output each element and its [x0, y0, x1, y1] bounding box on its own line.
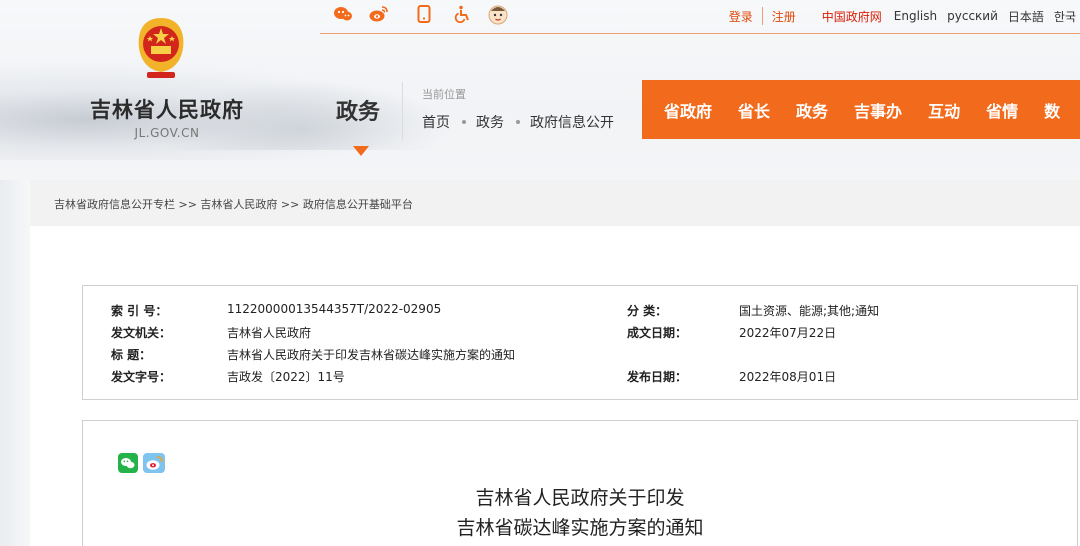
- weibo-share-icon[interactable]: [143, 453, 165, 473]
- main-nav: 省政府 省长 政务 吉事办 互动 省情 数: [642, 80, 1080, 139]
- doc-number-value: 吉政发〔2022〕11号: [227, 370, 345, 384]
- location-breadcrumb: 首页 政务 政府信息公开: [422, 112, 614, 132]
- language-russian[interactable]: русский: [947, 9, 998, 23]
- document-title-line-2: 吉林省碳达峰实施方案的通知: [456, 517, 704, 539]
- title-value: 吉林省人民政府关于印发吉林省碳达峰实施方案的通知: [227, 348, 516, 362]
- nav-item-interaction[interactable]: 互动: [928, 98, 960, 122]
- weibo-icon[interactable]: [369, 4, 389, 24]
- national-emblem-icon[interactable]: [133, 16, 189, 80]
- top-bar: 登录 注册 中国政府网 English русский 日本語 한국: [320, 0, 1080, 34]
- category-label: 分 类：: [627, 304, 668, 318]
- section-title: 政务: [336, 100, 381, 125]
- wechat-share-icon[interactable]: [118, 453, 138, 473]
- left-margin-decoration: [0, 180, 30, 546]
- crumb-info-disclosure[interactable]: 政府信息公开: [530, 112, 614, 132]
- language-korean[interactable]: 한국: [1054, 8, 1076, 25]
- info-row: 发文字号： 吉政发〔2022〕11号 发布日期： 2022年08月01日: [83, 368, 1077, 386]
- issuer-label: 发文机关：: [111, 326, 172, 340]
- written-date-value: 2022年07月22日: [739, 326, 837, 340]
- crumb-government-affairs[interactable]: 政务: [476, 112, 504, 132]
- nav-item-jishiban[interactable]: 吉事办: [854, 98, 902, 122]
- nav-item-province-info[interactable]: 省情: [986, 98, 1018, 122]
- nav-item-data[interactable]: 数: [1044, 98, 1060, 122]
- mascot-icon[interactable]: [486, 2, 510, 26]
- publish-date-label: 发布日期：: [627, 370, 688, 384]
- index-label: 索 引 号：: [111, 304, 168, 318]
- issuer-value: 吉林省人民政府: [227, 326, 312, 340]
- written-date-label: 成文日期：: [627, 326, 688, 340]
- register-link[interactable]: 注册: [772, 8, 796, 25]
- divider: [402, 82, 403, 140]
- dot-separator: [462, 120, 466, 124]
- dot-separator: [516, 120, 520, 124]
- top-links: 登录 注册 中国政府网 English русский 日本語 한국: [729, 7, 1076, 25]
- crumb-home[interactable]: 首页: [422, 112, 450, 132]
- info-row: 标 题： 吉林省人民政府关于印发吉林省碳达峰实施方案的通知: [83, 346, 1077, 364]
- weibo-style-icon[interactable]: [333, 4, 353, 24]
- location-label: 当前位置: [422, 88, 466, 101]
- nav-item-governor[interactable]: 省长: [738, 98, 770, 122]
- mobile-icon[interactable]: [414, 4, 434, 24]
- publish-date-value: 2022年08月01日: [739, 370, 837, 384]
- nav-item-provincial-gov[interactable]: 省政府: [664, 98, 712, 122]
- index-value: 11220000013544357T/2022-02905: [227, 302, 442, 316]
- breadcrumb[interactable]: 吉林省政府信息公开专栏 >> 吉林省人民政府 >> 政府信息公开基础平台: [54, 196, 413, 212]
- site-domain: JL.GOV.CN: [134, 126, 200, 140]
- china-gov-link[interactable]: 中国政府网: [822, 8, 882, 25]
- language-japanese[interactable]: 日本語: [1008, 8, 1044, 25]
- divider: [761, 7, 763, 25]
- document-title-line-1: 吉林省人民政府关于印发: [475, 487, 685, 509]
- category-value: 国土资源、能源;其他;通知: [739, 304, 880, 318]
- document-info-table: 索 引 号： 11220000013544357T/2022-02905 分 类…: [82, 285, 1078, 400]
- site-name[interactable]: 吉林省人民政府: [82, 94, 252, 124]
- nav-item-government-affairs[interactable]: 政务: [796, 98, 828, 122]
- doc-number-label: 发文字号：: [111, 370, 172, 384]
- title-label: 标 题：: [111, 348, 152, 362]
- info-row: 索 引 号： 11220000013544357T/2022-02905 分 类…: [83, 302, 1077, 320]
- language-english[interactable]: English: [894, 9, 937, 23]
- document-body: 吉林省人民政府关于印发 吉林省碳达峰实施方案的通知: [82, 420, 1078, 546]
- section-arrow-icon: [353, 146, 369, 156]
- accessibility-icon[interactable]: [452, 4, 472, 24]
- info-row: 发文机关： 吉林省人民政府 成文日期： 2022年07月22日: [83, 324, 1077, 342]
- login-link[interactable]: 登录: [729, 8, 753, 25]
